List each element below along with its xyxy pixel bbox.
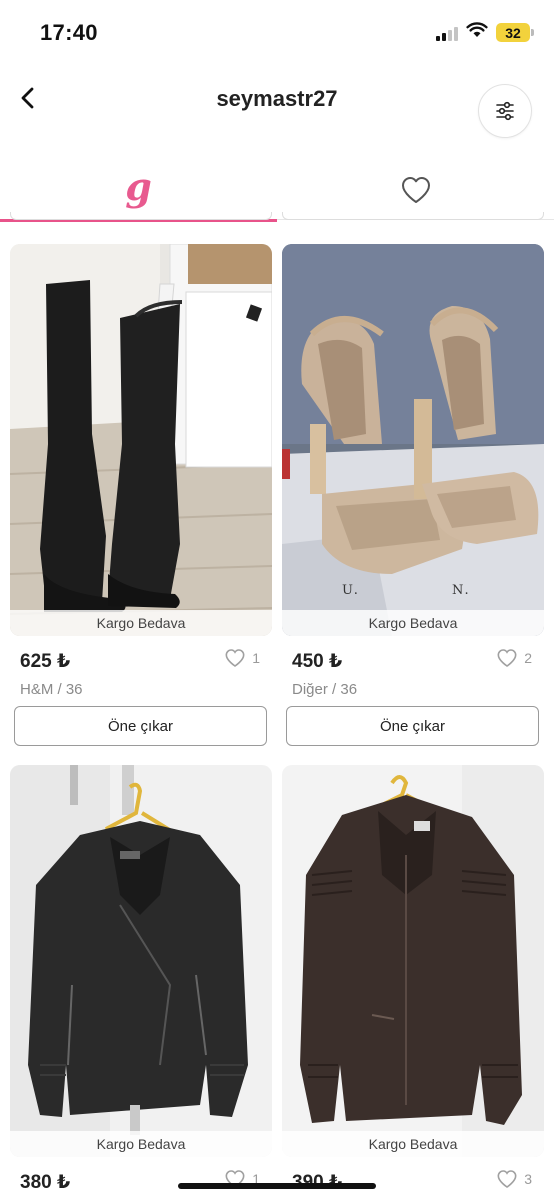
like-count: 2 — [524, 650, 532, 666]
status-bar: 17:40 32 — [0, 0, 554, 64]
free-shipping-badge: Kargo Bedava — [282, 610, 544, 636]
free-shipping-badge: Kargo Bedava — [282, 1131, 544, 1157]
battery-icon: 32 — [496, 23, 534, 42]
heart-icon — [497, 1170, 517, 1188]
heart-icon — [401, 177, 430, 203]
home-indicator[interactable] — [178, 1183, 376, 1189]
tab-favorites[interactable] — [277, 160, 554, 220]
wifi-icon — [466, 22, 488, 43]
product-price: 380 ₺ — [20, 1172, 71, 1193]
profile-tabs: g — [0, 160, 554, 222]
signal-icon — [436, 25, 458, 41]
like-button[interactable]: 2 — [496, 648, 532, 668]
previous-row-edge — [282, 212, 544, 220]
heart-icon — [497, 649, 517, 667]
product-brand-size: H&M / 36 — [20, 681, 83, 698]
promote-button[interactable]: Öne çıkar — [14, 706, 267, 746]
product-price: 625 ₺ — [20, 651, 71, 672]
product-image-boots[interactable]: Kargo Bedava — [10, 244, 272, 636]
svg-text:N.: N. — [452, 583, 471, 598]
product-image-heels[interactable]: U. N. Kargo Bedava — [282, 244, 544, 636]
product-card: Kargo Bedava 625 ₺ 1 H&M / 36 Öne çıkar — [10, 244, 272, 746]
price-row: 380 ₺ 1 — [10, 1157, 272, 1200]
price-row: 625 ₺ 1 — [10, 636, 272, 680]
previous-row-edge — [10, 212, 272, 220]
like-count: 1 — [252, 650, 260, 666]
header: seymastr27 — [0, 64, 554, 154]
heart-icon — [225, 649, 245, 667]
product-image-black-jacket[interactable]: Kargo Bedava — [10, 765, 272, 1157]
page-title: seymastr27 — [216, 86, 338, 111]
promote-button[interactable]: Öne çıkar — [286, 706, 539, 746]
status-icons: 32 — [436, 22, 534, 43]
price-row: 450 ₺ 2 — [282, 636, 544, 680]
filter-button[interactable] — [478, 84, 532, 138]
product-card: Kargo Bedava 390 ₺ 3 — [282, 765, 544, 1200]
free-shipping-badge: Kargo Bedava — [10, 1131, 272, 1157]
status-time: 17:40 — [40, 20, 98, 45]
like-count: 3 — [524, 1171, 532, 1187]
sliders-icon — [496, 101, 514, 121]
product-card: U. N. Kargo Bedava 450 ₺ 2 Diğer / 36 Ön… — [282, 244, 544, 746]
product-card: Kargo Bedava 380 ₺ 1 — [10, 765, 272, 1200]
svg-text:U.: U. — [342, 583, 360, 598]
tab-listings[interactable]: g — [0, 160, 277, 222]
free-shipping-badge: Kargo Bedava — [10, 610, 272, 636]
brand-logo-icon: g — [125, 163, 152, 209]
like-button[interactable]: 1 — [224, 648, 260, 668]
like-button[interactable]: 3 — [496, 1169, 532, 1189]
product-image-brown-jacket[interactable]: Kargo Bedava — [282, 765, 544, 1157]
price-row: 390 ₺ 3 — [282, 1157, 544, 1200]
product-price: 450 ₺ — [292, 651, 343, 672]
product-brand-size: Diğer / 36 — [292, 681, 358, 698]
battery-level: 32 — [505, 24, 521, 41]
